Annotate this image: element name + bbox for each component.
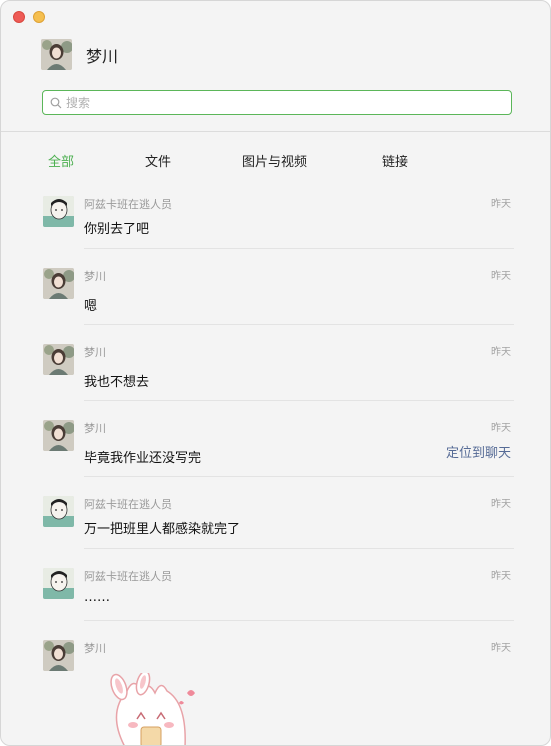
header-divider <box>1 131 550 132</box>
search-input[interactable] <box>66 95 486 110</box>
message-time: 昨天 <box>491 499 511 510</box>
tab-links[interactable]: 链接 <box>382 151 408 170</box>
cartoon-boy-avatar-icon <box>43 496 74 527</box>
search-icon <box>50 97 62 108</box>
window-controls <box>13 11 45 23</box>
tab-images-videos[interactable]: 图片与视频 <box>242 151 307 170</box>
sender-name: 阿兹卡班在逃人员 <box>84 570 172 583</box>
chat-history-window: 梦川 全部 文件 图片与视频 链接 阿兹卡班在逃人员 昨天 你别去了吧 梦川 昨… <box>0 0 551 746</box>
message-text: 万一把班里人都感染就完了 <box>84 522 241 537</box>
chat-header: 梦川 <box>41 39 118 70</box>
girl-portrait-avatar-icon <box>43 268 74 299</box>
message-time: 昨天 <box>491 199 511 210</box>
message-time: 昨天 <box>491 271 511 282</box>
chat-title: 梦川 <box>86 46 119 66</box>
row-divider <box>84 548 514 549</box>
locate-in-chat-link[interactable]: 定位到聊天 <box>446 442 511 461</box>
message-text: 嗯 <box>84 299 98 314</box>
message-text: 毕竟我作业还没写完 <box>84 451 202 466</box>
sender-name: 阿兹卡班在逃人员 <box>84 498 172 511</box>
sender-name: 梦川 <box>84 642 106 655</box>
minimize-window-button[interactable] <box>33 11 45 23</box>
cartoon-boy-avatar-icon <box>43 196 74 227</box>
girl-portrait-avatar-icon[interactable] <box>41 39 72 70</box>
search-box[interactable] <box>42 90 512 115</box>
message-time: 昨天 <box>491 571 511 582</box>
message-time: 昨天 <box>491 423 511 434</box>
pink-bunny-sticker-icon[interactable] <box>97 673 207 746</box>
cartoon-boy-avatar-icon <box>43 568 74 599</box>
row-divider <box>84 400 514 401</box>
message-time: 昨天 <box>491 643 511 654</box>
row-divider <box>84 476 514 477</box>
sender-name: 梦川 <box>84 346 106 359</box>
row-divider <box>84 248 514 249</box>
girl-portrait-avatar-icon <box>43 344 74 375</box>
sender-name: 梦川 <box>84 270 106 283</box>
row-divider <box>84 620 514 621</box>
sender-name: 梦川 <box>84 422 106 435</box>
close-window-button[interactable] <box>13 11 25 23</box>
girl-portrait-avatar-icon <box>43 420 74 451</box>
filter-tabs: 全部 文件 图片与视频 链接 <box>1 151 550 171</box>
girl-portrait-avatar-icon <box>43 640 74 671</box>
message-text: 你别去了吧 <box>84 222 150 237</box>
message-time: 昨天 <box>491 347 511 358</box>
tab-all[interactable]: 全部 <box>48 151 74 170</box>
message-text: 我也不想去 <box>84 375 150 390</box>
message-text: …… <box>84 590 110 605</box>
sender-name: 阿兹卡班在逃人员 <box>84 198 172 211</box>
row-divider <box>84 324 514 325</box>
tab-files[interactable]: 文件 <box>145 151 171 170</box>
